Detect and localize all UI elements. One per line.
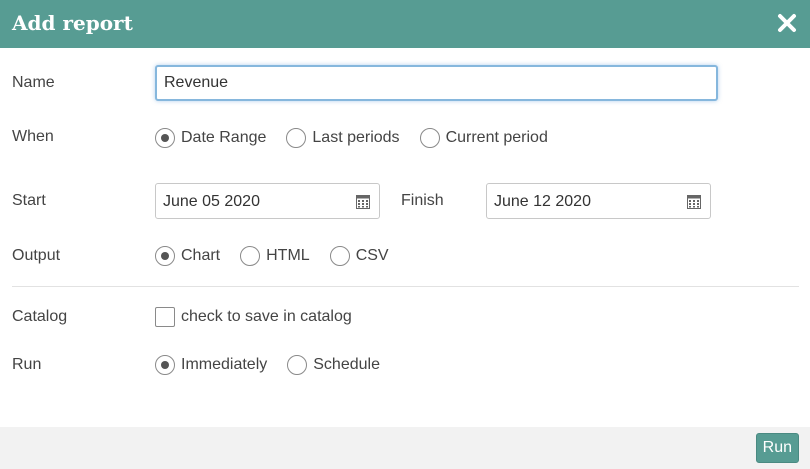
checkbox[interactable]: [155, 307, 175, 327]
run-button[interactable]: Run: [755, 433, 799, 463]
section-divider: [12, 286, 799, 287]
dialog-title: Add report: [12, 11, 133, 35]
radio-button[interactable]: [419, 128, 440, 148]
radio-button[interactable]: [155, 355, 175, 375]
finish-date-field[interactable]: June 12 2020: [486, 183, 711, 219]
add-report-dialog: Add report Name When Date Range Last per…: [0, 0, 810, 469]
when-option-current-period[interactable]: Current period: [419, 128, 548, 148]
catalog-checkbox-label: check to save in catalog: [181, 308, 352, 325]
run-label: Run: [12, 356, 42, 373]
radio-button[interactable]: [286, 128, 307, 148]
calendar-icon[interactable]: [687, 194, 701, 209]
start-label: Start: [12, 192, 46, 209]
radio-button[interactable]: [155, 246, 175, 266]
catalog-checkbox[interactable]: check to save in catalog: [155, 307, 352, 327]
when-label: When: [12, 128, 54, 145]
output-option-chart[interactable]: Chart: [155, 246, 220, 266]
radio-button[interactable]: [155, 128, 175, 148]
close-icon: [778, 14, 796, 32]
radio-button[interactable]: [240, 246, 261, 266]
finish-date-value: June 12 2020: [494, 193, 591, 210]
calendar-icon[interactable]: [356, 194, 370, 209]
run-radio-group: Immediately Schedule: [155, 355, 400, 375]
output-option-html[interactable]: HTML: [240, 246, 310, 266]
output-label: Output: [12, 247, 61, 264]
dialog-header: Add report: [0, 0, 810, 48]
start-date-value: June 05 2020: [163, 193, 260, 210]
start-date-field[interactable]: June 05 2020: [155, 183, 380, 219]
when-option-last-periods[interactable]: Last periods: [286, 128, 400, 148]
catalog-label: Catalog: [12, 308, 68, 325]
dialog-footer: Run: [0, 427, 810, 469]
name-input[interactable]: [155, 65, 718, 101]
name-label: Name: [12, 74, 55, 91]
output-radio-group: Chart HTML CSV: [155, 246, 409, 266]
run-option-immediately[interactable]: Immediately: [155, 355, 267, 375]
when-option-date-range[interactable]: Date Range: [155, 128, 266, 148]
when-radio-group: Date Range Last periods Current period: [155, 128, 568, 148]
close-button[interactable]: [776, 12, 798, 34]
radio-button[interactable]: [287, 355, 308, 375]
output-option-csv[interactable]: CSV: [329, 246, 389, 266]
radio-button[interactable]: [329, 246, 350, 266]
run-option-schedule[interactable]: Schedule: [287, 355, 380, 375]
finish-label: Finish: [401, 192, 444, 209]
